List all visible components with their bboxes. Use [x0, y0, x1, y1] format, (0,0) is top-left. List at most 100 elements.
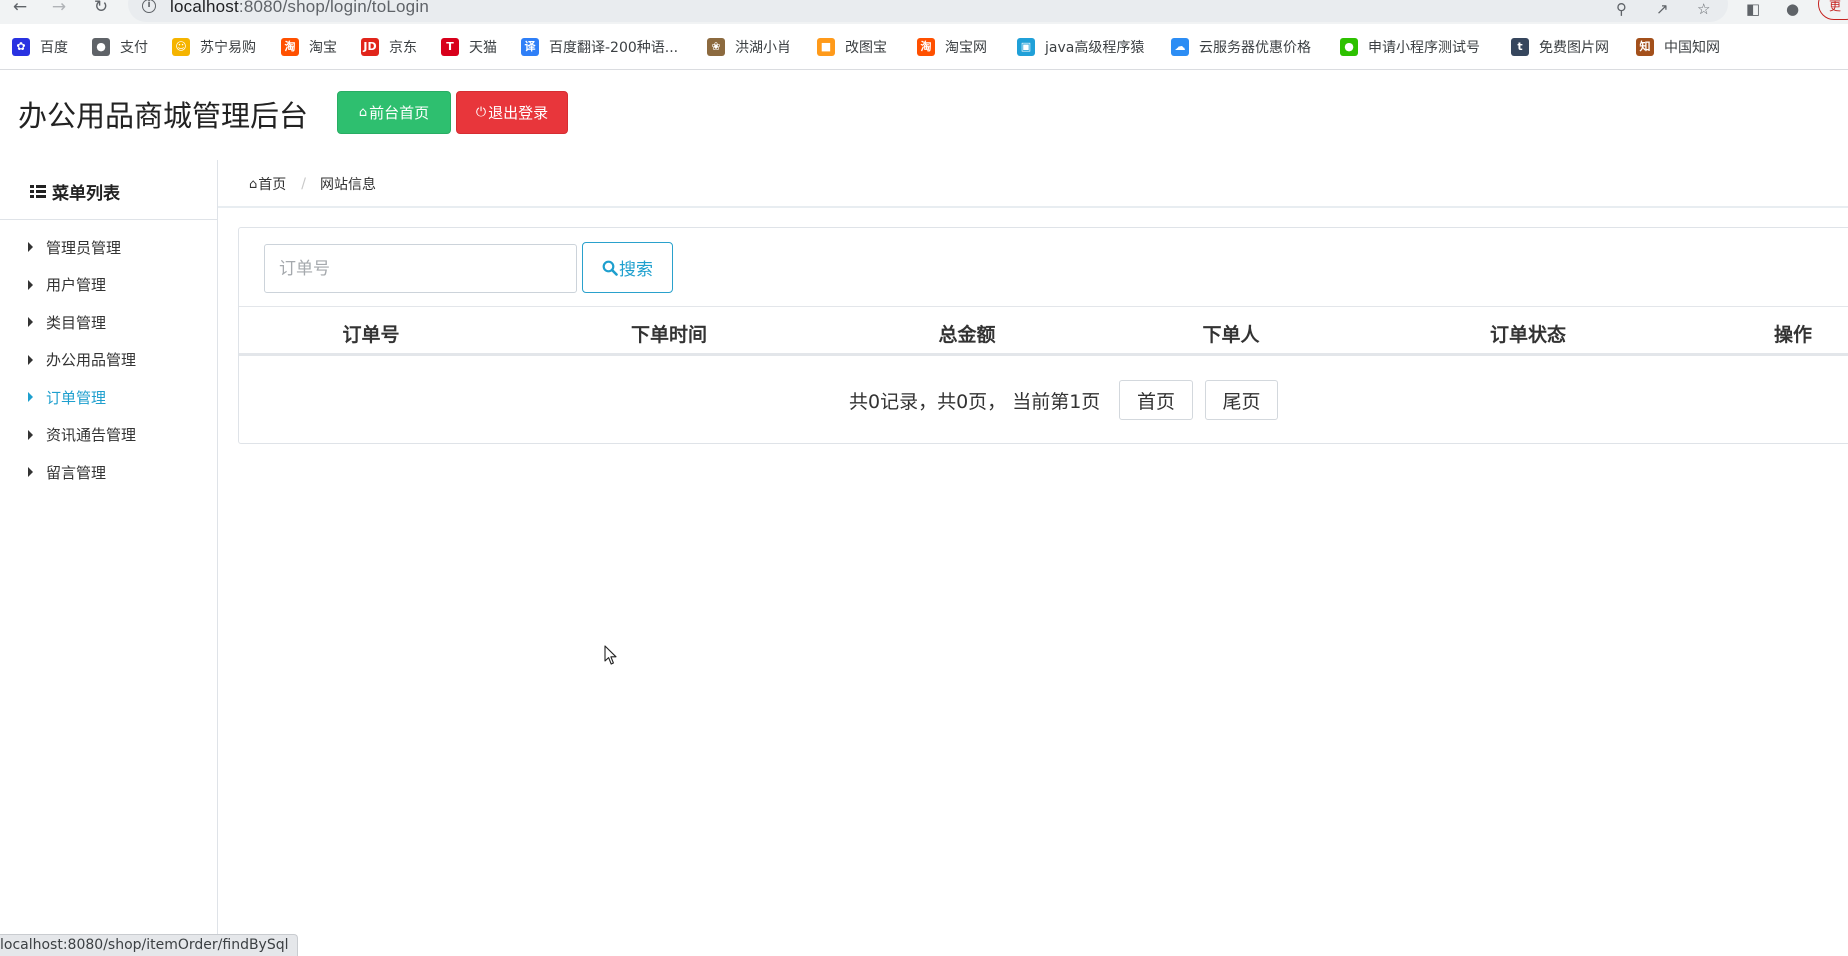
first-page-button[interactable]: 首页 [1119, 380, 1193, 420]
reload-icon[interactable]: ↻ [89, 0, 113, 18]
sidebar-menu-item[interactable]: 办公用品管理 [28, 349, 136, 371]
sidebar-menu-item[interactable]: 类目管理 [28, 311, 106, 333]
jd-icon: JD [361, 38, 379, 56]
bookmark-item[interactable]: JD 京东 [361, 37, 417, 57]
bookmark-label: 支付 [120, 40, 148, 56]
home-button-label: 前台首页 [369, 104, 430, 122]
search-button-label: 搜索 [619, 260, 653, 280]
bookmark-label: 改图宝 [845, 40, 887, 56]
sidebar-menu-label: 留言管理 [46, 463, 107, 482]
address-url[interactable]: localhost:8080/shop/login/toLogin [170, 0, 429, 17]
site-info-icon[interactable]: i [142, 0, 156, 13]
table-column-header: 订单号 [342, 324, 400, 346]
bookmark-label: java高级程序猿 [1045, 40, 1145, 56]
sidebar-menu-label: 资讯通告管理 [46, 426, 137, 444]
sidebar-menu-label: 订单管理 [46, 388, 107, 407]
sidebar-menu-item[interactable]: 资讯通告管理 [28, 424, 136, 446]
baidu-paw-icon: ✿ [12, 38, 30, 56]
bookmark-item[interactable]: t 免费图片网 [1511, 37, 1609, 57]
bookmark-label: 免费图片网 [1539, 40, 1609, 56]
bookmark-item[interactable]: ☁ 云服务器优惠价格 [1171, 37, 1311, 57]
mouse-pointer-icon [604, 645, 617, 665]
menu-heading-label: 菜单列表 [52, 184, 120, 204]
profile-avatar-icon[interactable]: ● [1786, 0, 1799, 18]
bilibili-tv-icon: ▣ [1017, 38, 1035, 56]
home-icon: ⌂ [249, 176, 258, 192]
wechat-icon: ● [1340, 38, 1358, 56]
sidebar-menu-item[interactable]: 订单管理 [28, 386, 106, 408]
share-icon[interactable]: ↗ [1656, 0, 1669, 18]
taobao-icon: 淘 [917, 38, 935, 56]
side-panel-icon[interactable]: ◧ [1746, 0, 1760, 18]
table-column-header: 总金额 [938, 324, 996, 346]
caret-right-icon [28, 429, 33, 440]
table-header-border [239, 353, 1848, 356]
bookmark-item[interactable]: ■ 改图宝 [817, 37, 887, 57]
bookmark-item[interactable]: ❀ 洪湖小肖 [707, 37, 791, 57]
key-icon[interactable]: ⚲ [1616, 0, 1627, 18]
sidebar-menu-item[interactable]: 用户管理 [28, 274, 106, 296]
caret-right-icon [28, 467, 33, 477]
logout-button[interactable]: ⏻ 退出登录 [456, 91, 568, 134]
cnki-icon: 知 [1636, 38, 1654, 56]
breadcrumb-home-link[interactable]: 首页 [258, 174, 286, 194]
bookmark-item[interactable]: T 天猫 [441, 37, 497, 57]
logout-button-label: 退出登录 [488, 104, 549, 122]
tmall-icon: T [441, 38, 459, 56]
bookmark-label: 中国知网 [1664, 40, 1720, 56]
bookmark-item[interactable]: ● 申请小程序测试号 [1340, 37, 1480, 57]
url-path: :8080/shop/login/toLogin [238, 0, 429, 16]
search-button[interactable]: 搜索 [582, 242, 673, 293]
sidebar-menu-label: 类目管理 [46, 313, 107, 332]
pagination-summary: 共0记录，共0页， 当前第1页 [849, 391, 1101, 413]
url-host: localhost [170, 0, 239, 16]
breadcrumb: ⌂ 首页 / 网站信息 [249, 174, 376, 194]
back-arrow-icon[interactable]: ← [8, 0, 32, 18]
bookmark-label: 京东 [389, 40, 417, 56]
bookmark-label: 百度 [40, 40, 68, 56]
bookmarks-bar: ✿ 百度 ● 支付 ☺ 苏宁易购淘淘宝 JD 京东 T 天猫译百度翻译-200种语... ❀ 洪湖小肖… [0, 24, 1848, 70]
search-icon [602, 260, 618, 276]
table-column-header: 操作 [1773, 324, 1813, 346]
bookmark-item[interactable]: 译百度翻译-200种语... [521, 37, 678, 57]
bookmark-item[interactable]: 知中国知网 [1636, 37, 1720, 57]
caret-right-icon [28, 279, 33, 290]
order-number-search-input[interactable] [264, 244, 577, 293]
sidebar-menu-label: 用户管理 [46, 276, 107, 294]
menu-divider [0, 219, 218, 220]
translate-icon: 译 [521, 38, 539, 56]
table-column-header: 下单人 [1202, 324, 1260, 346]
bookmark-label: 天猫 [469, 40, 497, 56]
breadcrumb-current: 网站信息 [319, 177, 376, 193]
forward-arrow-icon[interactable]: → [47, 0, 71, 18]
tumblr-icon: t [1511, 38, 1529, 56]
bookmark-item[interactable]: ▣ java高级程序猿 [1017, 37, 1144, 57]
bookmark-item[interactable]: ✿ 百度 [12, 37, 68, 57]
address-bar[interactable]: i localhost:8080/shop/login/toLogin [128, 0, 1728, 22]
update-chip[interactable]: 更 [1818, 0, 1848, 20]
bookmark-label: 淘宝 [309, 40, 337, 56]
bookmark-label: 申请小程序测试号 [1368, 40, 1480, 56]
link-status-bar: localhost:8080/shop/itemOrder/findBySql [0, 934, 298, 956]
caret-right-icon [28, 354, 33, 365]
table-column-header: 下单时间 [630, 324, 708, 346]
sidebar-menu-item[interactable]: 管理员管理 [28, 236, 121, 258]
bookmark-label: 云服务器优惠价格 [1199, 40, 1311, 56]
table-top-border [239, 306, 1848, 307]
update-chip-label: 更 [1829, 0, 1842, 13]
bookmark-item[interactable]: ● 支付 [92, 37, 148, 57]
storefront-home-button[interactable]: ⌂ 前台首页 [337, 91, 451, 134]
bird-icon: ❀ [707, 38, 725, 56]
sidebar-menu-item[interactable]: 留言管理 [28, 461, 106, 483]
suning-lion-icon: ☺ [172, 38, 190, 56]
cloud-icon: ☁ [1171, 38, 1189, 56]
bookmark-star-icon[interactable]: ☆ [1697, 0, 1710, 18]
page-title: 办公用品商城管理后台 [18, 99, 309, 133]
caret-right-icon [28, 317, 33, 327]
bookmark-item[interactable]: 淘淘宝 [281, 37, 337, 57]
bookmark-item[interactable]: 淘淘宝网 [917, 37, 987, 57]
last-page-button[interactable]: 尾页 [1205, 380, 1278, 420]
bookmark-item[interactable]: ☺ 苏宁易购 [172, 37, 256, 57]
menu-heading: 菜单列表 [30, 179, 120, 204]
taobao-icon: 淘 [281, 38, 299, 56]
